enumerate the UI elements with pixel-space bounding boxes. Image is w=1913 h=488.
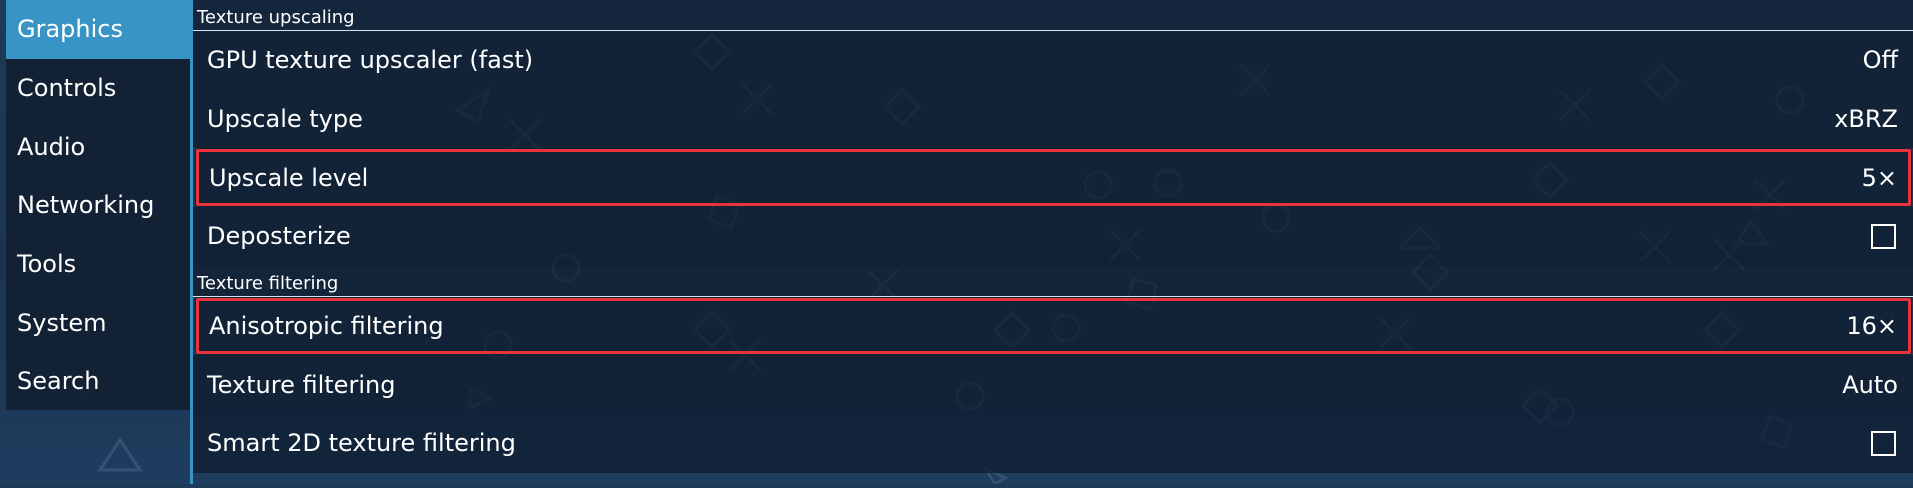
setting-label: Anisotropic filtering xyxy=(209,312,444,341)
setting-gpu-texture-upscaler[interactable]: GPU texture upscaler (fast) Off xyxy=(193,31,1913,90)
sidebar-item-tools[interactable]: Tools xyxy=(6,235,190,294)
deposterize-checkbox[interactable] xyxy=(1871,223,1896,249)
sidebar-item-graphics[interactable]: Graphics xyxy=(6,0,190,59)
setting-anisotropic-filtering[interactable]: Anisotropic filtering 16× xyxy=(195,296,1912,356)
section-header-texture-filtering: Texture filtering xyxy=(193,265,1913,297)
sidebar-item-label: Search xyxy=(17,367,100,396)
setting-value: 16× xyxy=(1846,312,1897,341)
setting-label: Deposterize xyxy=(207,222,351,251)
setting-value: Auto xyxy=(1842,370,1898,399)
sidebar-item-label: Tools xyxy=(17,250,77,279)
setting-label: Upscale level xyxy=(209,163,369,192)
smart-2d-filtering-checkbox[interactable] xyxy=(1871,430,1896,456)
setting-value: Off xyxy=(1862,46,1898,75)
setting-upscale-type[interactable]: Upscale type xBRZ xyxy=(193,89,1913,149)
sidebar-item-label: Controls xyxy=(17,74,117,103)
setting-label: GPU texture upscaler (fast) xyxy=(207,46,534,75)
sidebar-item-audio[interactable]: Audio xyxy=(6,117,190,176)
sidebar-item-label: Networking xyxy=(17,191,155,220)
setting-texture-filtering[interactable]: Texture filtering Auto xyxy=(193,355,1913,415)
sidebar-item-label: Audio xyxy=(17,132,86,161)
setting-label: Upscale type xyxy=(207,105,363,134)
settings-sidebar: Graphics Controls Audio Networking Tools… xyxy=(6,0,190,410)
sidebar-item-controls[interactable]: Controls xyxy=(6,59,190,118)
sidebar-item-networking[interactable]: Networking xyxy=(6,176,190,235)
settings-panel: Texture upscaling GPU texture upscaler (… xyxy=(190,0,1913,484)
setting-upscale-level[interactable]: Upscale level 5× xyxy=(195,148,1912,208)
sidebar-item-label: System xyxy=(17,308,107,337)
sidebar-item-system[interactable]: System xyxy=(6,293,190,352)
setting-deposterize[interactable]: Deposterize xyxy=(193,207,1913,266)
setting-value: xBRZ xyxy=(1834,105,1898,134)
sidebar-item-search[interactable]: Search xyxy=(6,352,190,411)
sidebar-item-label: Graphics xyxy=(17,15,123,44)
setting-label: Texture filtering xyxy=(207,370,396,399)
setting-label: Smart 2D texture filtering xyxy=(207,429,516,458)
setting-value: 5× xyxy=(1861,163,1897,192)
section-header-texture-upscaling: Texture upscaling xyxy=(193,0,1913,31)
setting-smart-2d-texture-filtering[interactable]: Smart 2D texture filtering xyxy=(193,414,1913,473)
